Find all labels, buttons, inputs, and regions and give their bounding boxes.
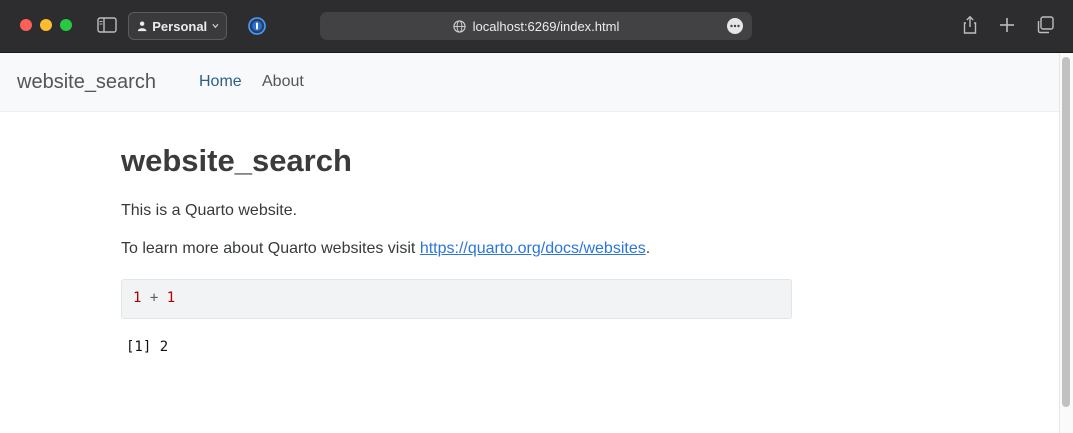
scrollbar-thumb[interactable] [1062, 57, 1070, 407]
learn-more-paragraph: To learn more about Quarto websites visi… [121, 238, 792, 260]
nav-link-home[interactable]: Home [199, 73, 242, 91]
site-navbar: website_search Home About [0, 53, 1059, 112]
sidebar-icon[interactable] [97, 17, 117, 33]
profile-label: Personal [152, 18, 208, 34]
learn-more-suffix: . [645, 240, 651, 257]
quarto-docs-link[interactable]: https://quarto.org/docs/websites [420, 240, 646, 257]
code-block: 1 + 1 [121, 279, 792, 319]
more-icon[interactable] [727, 18, 743, 34]
code-output: [1] 2 [126, 339, 169, 355]
share-icon[interactable] [960, 15, 980, 35]
learn-more-prefix: To learn more about Quarto websites visi… [121, 240, 420, 257]
password-manager-icon[interactable] [247, 16, 267, 36]
intro-paragraph: This is a Quarto website. [121, 202, 298, 219]
plus-icon[interactable] [997, 15, 1017, 35]
main-content: website_search This is a Quarto website.… [121, 140, 792, 355]
close-window-button[interactable] [20, 19, 32, 31]
code-operator: + [141, 290, 167, 306]
code-number-right: 1 [166, 290, 176, 306]
person-icon [137, 21, 147, 32]
minimize-window-button[interactable] [40, 19, 52, 31]
profile-button[interactable]: Personal [128, 12, 227, 40]
browser-toolbar: Personal localhost:6269/index.html [0, 0, 1073, 53]
url-text: localhost:6269/index.html [472, 18, 620, 34]
globe-icon [453, 19, 466, 33]
site-brand[interactable]: website_search [17, 71, 156, 94]
address-bar[interactable]: localhost:6269/index.html [320, 12, 752, 40]
page-title: website_search [121, 143, 352, 178]
tabs-icon[interactable] [1035, 15, 1055, 35]
nav-link-about[interactable]: About [262, 73, 304, 91]
zoom-window-button[interactable] [60, 19, 72, 31]
chevron-down-icon [212, 23, 219, 29]
